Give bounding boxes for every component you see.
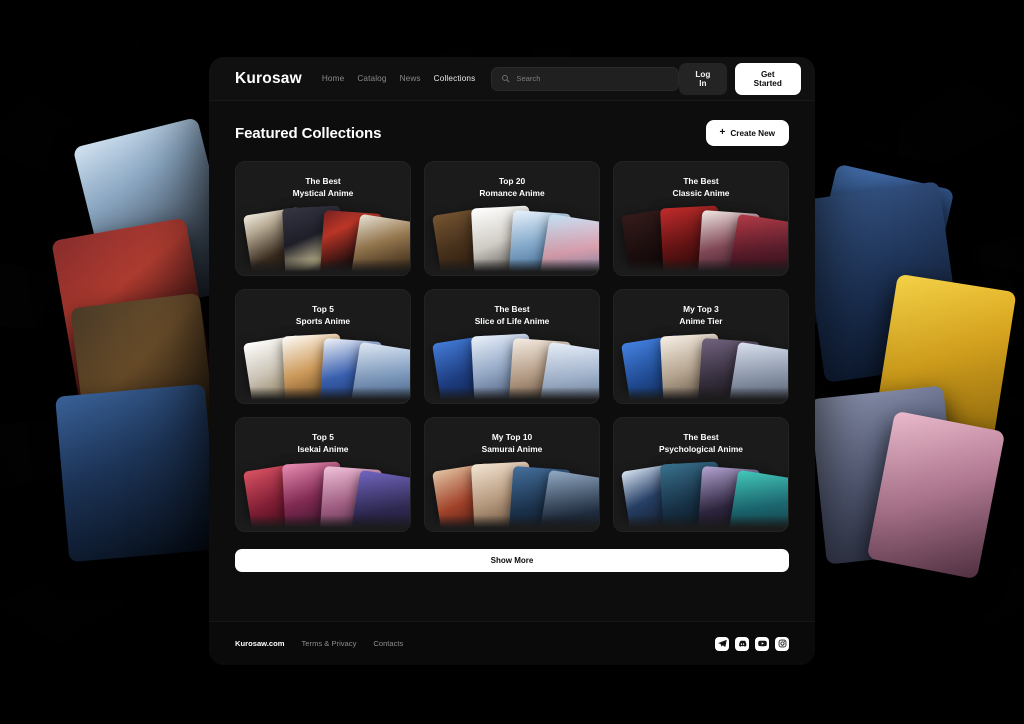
poster-thumbnails bbox=[614, 461, 788, 531]
section-header: Featured Collections + Create New bbox=[235, 120, 789, 146]
decorative-poster bbox=[55, 383, 219, 563]
social-links bbox=[715, 636, 789, 651]
get-started-button[interactable]: Get Started bbox=[734, 62, 801, 95]
poster-thumbnail bbox=[726, 341, 788, 403]
instagram-icon[interactable] bbox=[775, 636, 789, 651]
auth-actions: Log In Get Started bbox=[679, 62, 801, 95]
search-icon bbox=[502, 74, 510, 83]
show-more-button[interactable]: Show More bbox=[235, 549, 789, 572]
collection-card-title: The Best Classic Anime bbox=[614, 162, 788, 199]
collection-title-line2: Mystical Anime bbox=[292, 188, 354, 199]
collections-grid: The Best Mystical Anime Top 20 Romance A… bbox=[235, 161, 789, 532]
collection-card-title: My Top 3 Anime Tier bbox=[614, 290, 788, 327]
poster-thumbnails bbox=[425, 333, 599, 403]
poster-thumbnails bbox=[236, 333, 410, 403]
collection-title-line2: Anime Tier bbox=[679, 316, 723, 327]
footer-link-contacts[interactable]: Contacts bbox=[373, 639, 403, 648]
brand-logo[interactable]: Kurosaw bbox=[235, 70, 302, 88]
collection-card[interactable]: The Best Slice of Life Anime bbox=[424, 289, 600, 404]
poster-thumbnail bbox=[726, 469, 788, 531]
poster-thumbnail bbox=[348, 469, 410, 531]
collection-card[interactable]: My Top 10 Samurai Anime bbox=[424, 417, 600, 532]
main-content: Featured Collections + Create New The Be… bbox=[209, 101, 815, 572]
footer-brand[interactable]: Kurosaw.com bbox=[235, 639, 285, 648]
poster-thumbnails bbox=[425, 205, 599, 275]
collection-card-title: Top 5 Isekai Anime bbox=[236, 418, 410, 455]
poster-thumbnails bbox=[236, 205, 410, 275]
collection-title-line1: Top 5 bbox=[312, 432, 334, 442]
nav-item-home[interactable]: Home bbox=[322, 74, 344, 83]
collection-card[interactable]: The Best Psychological Anime bbox=[613, 417, 789, 532]
telegram-icon[interactable] bbox=[715, 636, 729, 651]
youtube-icon[interactable] bbox=[755, 636, 769, 651]
main-navigation: Home Catalog News Collections bbox=[322, 74, 476, 83]
collection-card[interactable]: The Best Classic Anime bbox=[613, 161, 789, 276]
app-window: Kurosaw Home Catalog News Collections Lo… bbox=[209, 57, 815, 665]
poster-thumbnail bbox=[348, 213, 410, 275]
poster-thumbnails bbox=[425, 461, 599, 531]
poster-thumbnails bbox=[614, 333, 788, 403]
collection-title-line1: Top 20 bbox=[498, 176, 526, 186]
poster-thumbnail bbox=[537, 341, 599, 403]
poster-thumbnails bbox=[614, 205, 788, 275]
footer-link-terms[interactable]: Terms & Privacy bbox=[302, 639, 357, 648]
collection-title-line1: The Best bbox=[683, 176, 719, 186]
collection-title-line2: Sports Anime bbox=[295, 316, 351, 327]
search-input[interactable] bbox=[516, 74, 670, 83]
create-new-button[interactable]: + Create New bbox=[705, 120, 789, 146]
discord-icon[interactable] bbox=[735, 636, 749, 651]
collection-title-line1: Top 5 bbox=[312, 304, 334, 314]
collection-title-line1: The Best bbox=[305, 176, 341, 186]
poster-thumbnail bbox=[537, 469, 599, 531]
collection-title-line2: Samurai Anime bbox=[481, 444, 543, 455]
page-title: Featured Collections bbox=[235, 124, 382, 142]
poster-thumbnail bbox=[537, 213, 599, 275]
collection-card-title: Top 20 Romance Anime bbox=[425, 162, 599, 199]
collection-card-title: The Best Psychological Anime bbox=[614, 418, 788, 455]
poster-thumbnail bbox=[348, 341, 410, 403]
collection-card[interactable]: Top 5 Sports Anime bbox=[235, 289, 411, 404]
collection-title-line1: My Top 10 bbox=[491, 432, 533, 442]
collection-title-line2: Isekai Anime bbox=[297, 444, 349, 455]
plus-icon: + bbox=[719, 127, 726, 138]
collection-title-line1: The Best bbox=[683, 432, 719, 442]
collection-card[interactable]: My Top 3 Anime Tier bbox=[613, 289, 789, 404]
collection-title-line1: My Top 3 bbox=[683, 304, 719, 314]
collection-card-title: My Top 10 Samurai Anime bbox=[425, 418, 599, 455]
poster-thumbnails bbox=[236, 461, 410, 531]
collection-title-line2: Psychological Anime bbox=[659, 444, 743, 455]
collection-title-line2: Romance Anime bbox=[479, 188, 545, 199]
footer-links: Kurosaw.com Terms & Privacy Contacts bbox=[235, 639, 403, 648]
app-header: Kurosaw Home Catalog News Collections Lo… bbox=[209, 57, 815, 101]
collection-title-line1: The Best bbox=[494, 304, 530, 314]
create-new-label: Create New bbox=[730, 128, 775, 138]
collection-card-title: Top 5 Sports Anime bbox=[236, 290, 410, 327]
nav-item-collections[interactable]: Collections bbox=[434, 74, 476, 83]
collection-title-line2: Slice of Life Anime bbox=[474, 316, 550, 327]
collection-card-title: The Best Slice of Life Anime bbox=[425, 290, 599, 327]
app-footer: Kurosaw.com Terms & Privacy Contacts bbox=[209, 621, 815, 665]
collection-card[interactable]: Top 5 Isekai Anime bbox=[235, 417, 411, 532]
poster-thumbnail bbox=[726, 213, 788, 275]
nav-item-news[interactable]: News bbox=[400, 74, 421, 83]
collection-card[interactable]: The Best Mystical Anime bbox=[235, 161, 411, 276]
collection-title-line2: Classic Anime bbox=[672, 188, 730, 199]
collection-card-title: The Best Mystical Anime bbox=[236, 162, 410, 199]
search-bar[interactable] bbox=[491, 66, 680, 91]
nav-item-catalog[interactable]: Catalog bbox=[357, 74, 386, 83]
collection-card[interactable]: Top 20 Romance Anime bbox=[424, 161, 600, 276]
log-in-button[interactable]: Log In bbox=[679, 62, 727, 95]
